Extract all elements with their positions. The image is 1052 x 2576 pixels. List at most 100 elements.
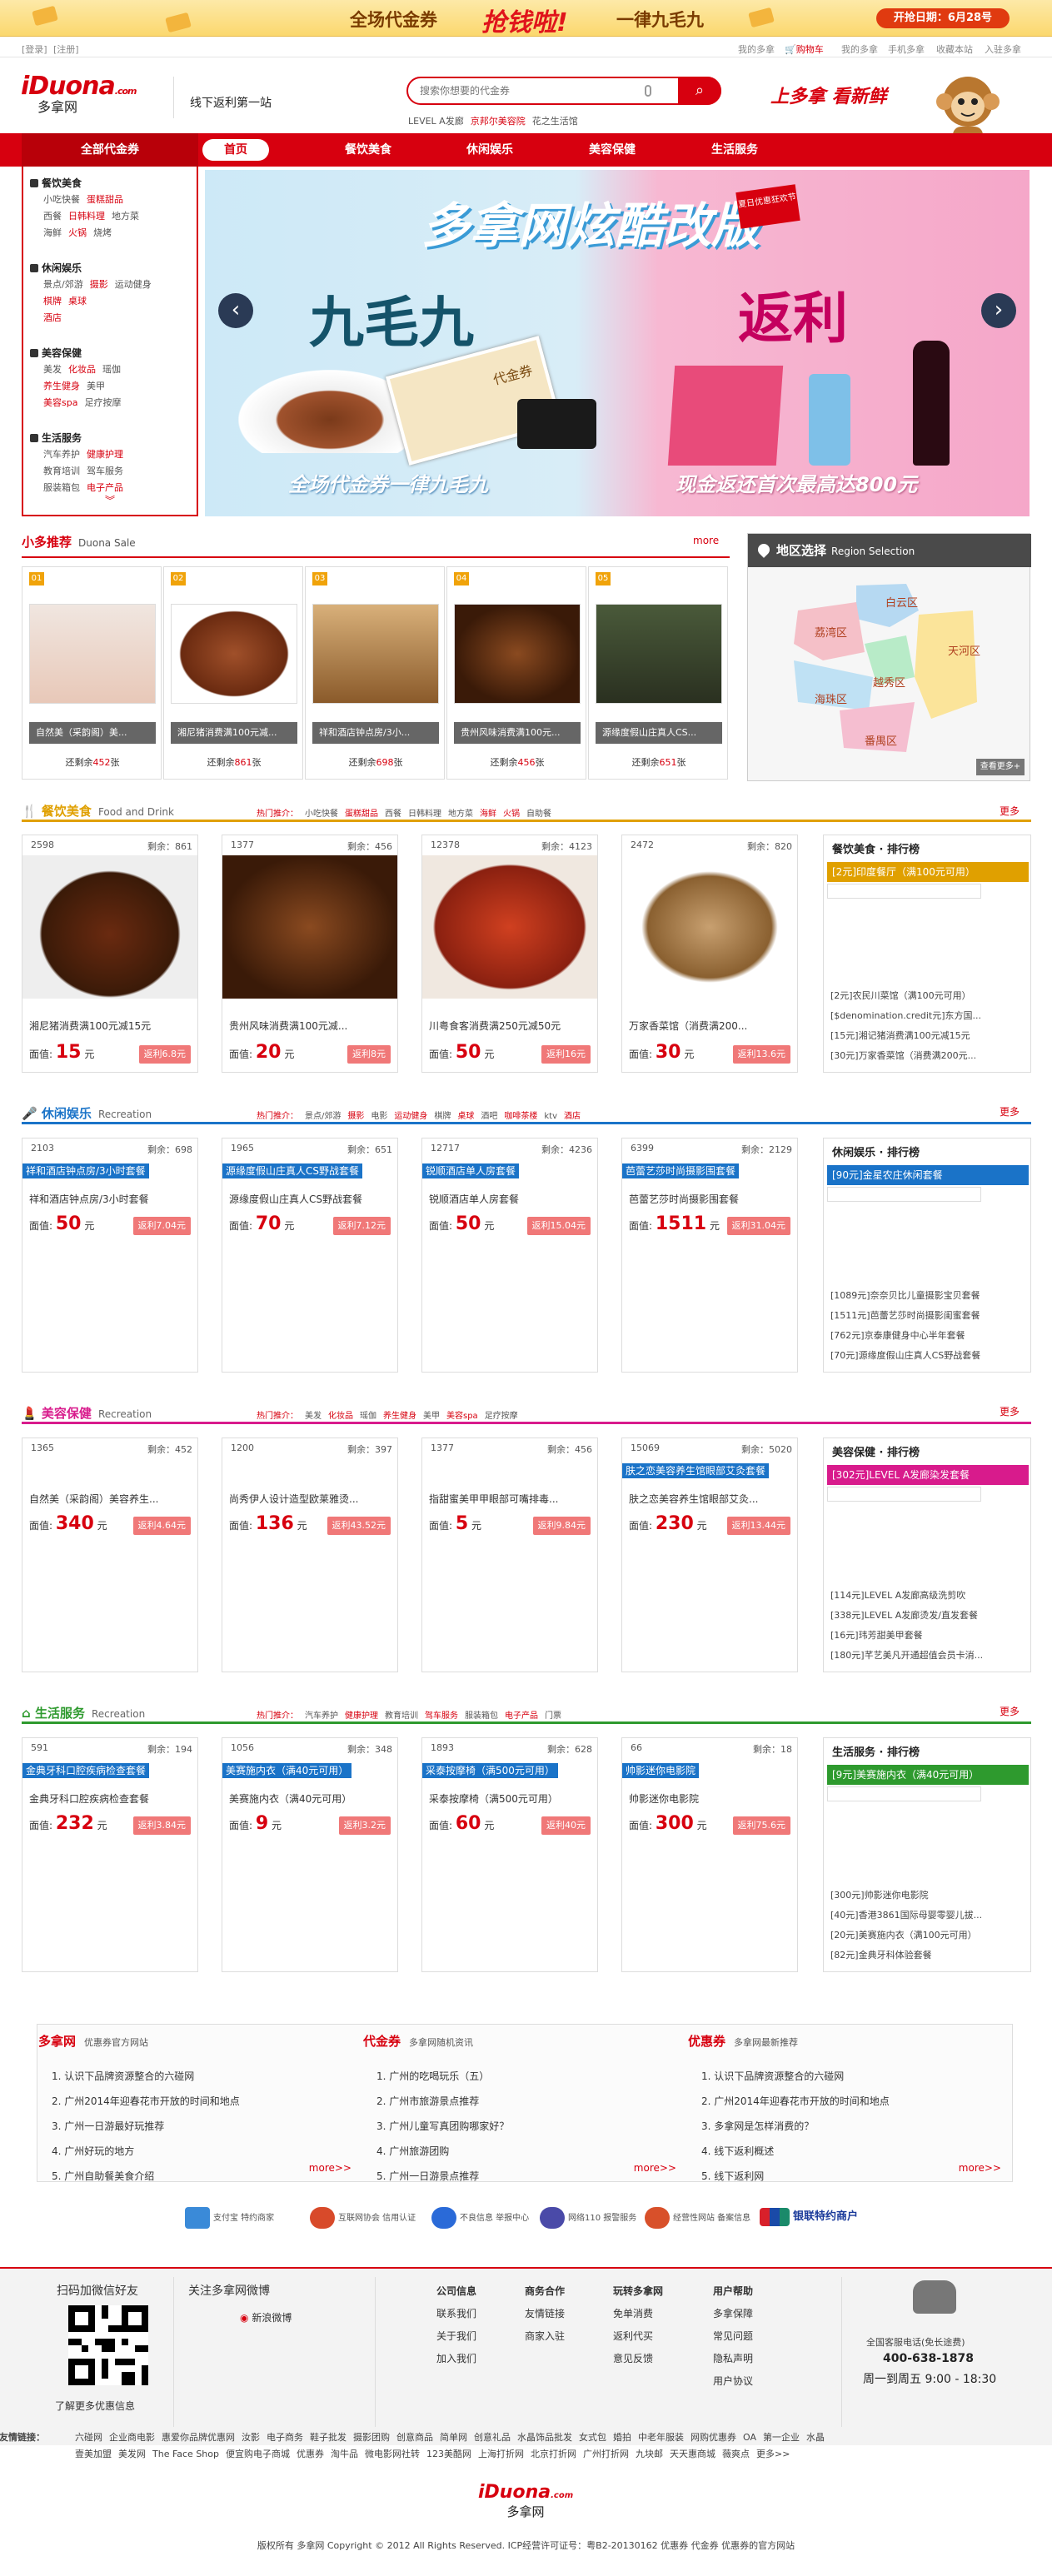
like-count[interactable]: 1377 bbox=[431, 1442, 454, 1453]
info-link[interactable]: 5. 线下返利网 bbox=[701, 2169, 764, 2183]
trust-badge[interactable]: 支付宝 特约商家 bbox=[185, 2207, 274, 2229]
search-input[interactable] bbox=[420, 83, 628, 98]
info-link[interactable]: 3. 广州儿童写真团购哪家好？ bbox=[376, 2119, 509, 2133]
product-card[interactable]: 1893 剩余：628 采泰按摩椅（满500元可用） 采泰按摩椅（满500元可用） 面值… bbox=[421, 1737, 598, 1972]
ranking-item[interactable]: [40元]香港3861国际母婴零婴儿拔... bbox=[830, 1908, 1027, 1921]
info-link[interactable]: 1. 广州的吃喝玩乐（五） bbox=[376, 2069, 489, 2083]
ranking-first[interactable]: [2元]印度餐厅（满100元可用） bbox=[827, 862, 1029, 882]
qr-code-icon[interactable] bbox=[68, 2305, 148, 2385]
search-button[interactable]: ⌕ bbox=[678, 77, 721, 105]
product-card[interactable]: 15069 剩余：5020 肤之恋美容养生馆眼部艾灸套餐 肤之恋美容养生馆眼部艾灸..… bbox=[621, 1437, 798, 1672]
category-link[interactable]: 日韩料理 bbox=[68, 211, 105, 222]
more-link[interactable]: 更多 bbox=[1000, 1104, 1020, 1119]
more-link[interactable]: 更多 bbox=[1000, 1404, 1020, 1418]
category-link[interactable]: 汽车养护 bbox=[43, 449, 80, 460]
product-card[interactable]: 1365 剩余：452 自然美（采韵阁）美容养生... 面值: 340 元 返利4.64… bbox=[22, 1437, 198, 1672]
ranking-item[interactable]: [1089元]奈奈贝比儿童摄影宝贝套餐 bbox=[830, 1288, 1027, 1302]
product-card[interactable]: 1200 剩余：397 尚秀伊人设计造型欧莱雅烫... 面值: 136 元 返利43.5… bbox=[222, 1437, 398, 1672]
category-link[interactable]: 景点/郊游 bbox=[43, 279, 83, 290]
like-count[interactable]: 15069 bbox=[631, 1442, 660, 1453]
view-more-button[interactable]: 查看更多+ bbox=[976, 759, 1025, 775]
category-link[interactable]: 驾车服务 bbox=[87, 466, 123, 476]
category-link[interactable]: 美发 bbox=[43, 364, 62, 375]
banner-next-arrow-icon[interactable]: › bbox=[981, 293, 1016, 328]
hot-word[interactable]: LEVEL A发廊 bbox=[408, 116, 464, 127]
ranking-item[interactable]: [70元]源缘度假山庄真人CS野战套餐 bbox=[830, 1348, 1027, 1362]
my-account-link-2[interactable]: 我的多拿 bbox=[841, 42, 878, 56]
category-link[interactable]: 海鲜 bbox=[43, 227, 62, 238]
nav-item-life[interactable]: 生活服务 bbox=[701, 139, 768, 161]
product-card[interactable]: 2472 剩余：820 万家香菜馆（消费满200... 面值: 30 元 返利13.6元 bbox=[621, 835, 798, 1073]
info-link[interactable]: 5. 广州自助餐美食介绍 bbox=[52, 2169, 154, 2183]
product-card[interactable]: 1056 剩余：348 美赛施内衣（满40元可用） 美赛施内衣（满40元可用） 面值: … bbox=[222, 1737, 398, 1972]
district-label[interactable]: 海珠区 bbox=[815, 690, 847, 706]
more-link[interactable]: 更多 bbox=[1000, 1704, 1020, 1718]
product-card[interactable]: 12378 剩余：4123 川粤食客消费满250元减50元 面值: 50 元 返利16元 bbox=[421, 835, 598, 1073]
hot-word[interactable]: 京邦尔美容院 bbox=[471, 116, 526, 127]
xiaoduo-card[interactable]: 05 源缘度假山庄真人CS... 还剩余651张 bbox=[588, 566, 728, 780]
top-promo-banner[interactable]: 全场代金券 抢钱啦! 一律九毛九 开抢日期：6月28号 bbox=[0, 0, 1052, 37]
trust-badge[interactable]: 银联特约商户 bbox=[760, 2207, 858, 2226]
nav-item-beauty[interactable]: 美容保健 bbox=[579, 139, 646, 161]
ranking-item[interactable]: [1511元]芭蕾艺莎时尚摄影闺蜜套餐 bbox=[830, 1308, 1027, 1322]
category-link[interactable]: 美甲 bbox=[87, 381, 105, 391]
trust-badge[interactable]: 互联网协会 信用认证 bbox=[310, 2207, 416, 2229]
info-link[interactable]: 4. 线下返利概述 bbox=[701, 2144, 774, 2158]
ranking-item[interactable]: [30元]万家香菜馆（消费满200元... bbox=[830, 1049, 1027, 1062]
district-label[interactable]: 荔湾区 bbox=[815, 624, 847, 640]
district-label[interactable]: 天河区 bbox=[948, 642, 980, 658]
ranking-item[interactable]: [20元]美赛施内衣（满100元可用） bbox=[830, 1928, 1027, 1941]
like-count[interactable]: 1377 bbox=[231, 840, 254, 850]
category-link[interactable]: 烧烤 bbox=[93, 227, 112, 238]
info-link[interactable]: 4. 广州好玩的地方 bbox=[52, 2144, 134, 2158]
product-card[interactable]: 1965 剩余：651 源缘度假山庄真人CS野战套餐 源缘度假山庄真人CS野战套餐 面值… bbox=[222, 1138, 398, 1373]
ranking-first[interactable]: [302元]LEVEL A发廊染发套餐 bbox=[827, 1465, 1029, 1485]
category-title[interactable]: 休闲娱乐 bbox=[30, 260, 188, 277]
like-count[interactable]: 591 bbox=[31, 1742, 48, 1753]
trust-badge[interactable]: 网络110 报警服务 bbox=[540, 2207, 636, 2229]
weibo-link[interactable]: ◉ 新浪微博 bbox=[240, 2310, 292, 2324]
category-title[interactable]: 生活服务 bbox=[30, 430, 188, 446]
nav-item-home[interactable]: 首页 bbox=[202, 139, 269, 161]
info-link[interactable]: 3. 多拿网是怎样消费的？ bbox=[701, 2119, 814, 2133]
category-link[interactable]: 西餐 bbox=[43, 211, 62, 222]
mobile-link[interactable]: 手机多拿 bbox=[888, 42, 925, 56]
xiaoduo-card[interactable]: 02 湘尼猪消费满100元减... 还剩余861张 bbox=[163, 566, 303, 780]
ranking-first[interactable]: [9元]美赛施内衣（满40元可用） bbox=[827, 1765, 1029, 1785]
category-link[interactable]: 教育培训 bbox=[43, 466, 80, 476]
info-link[interactable]: 3. 广州一日游最好玩推荐 bbox=[52, 2119, 164, 2133]
like-count[interactable]: 2598 bbox=[31, 840, 54, 850]
category-link[interactable]: 酒店 bbox=[43, 312, 62, 323]
category-link[interactable]: 地方菜 bbox=[112, 211, 139, 222]
district-label[interactable]: 番禺区 bbox=[865, 732, 897, 748]
ranking-item[interactable]: [$denomination.credit元]东方国... bbox=[830, 1009, 1027, 1022]
hot-word[interactable]: 花之生活馆 bbox=[532, 116, 578, 127]
more-link[interactable]: more>> bbox=[959, 2162, 1001, 2174]
category-link[interactable]: 养生健身 bbox=[43, 381, 80, 391]
ranking-item[interactable]: [114元]LEVEL A发廊高级洗剪吹 bbox=[830, 1588, 1027, 1602]
ranking-item[interactable]: [16元]玮芳甜美甲套餐 bbox=[830, 1628, 1027, 1642]
settle-link[interactable]: 入驻多拿 bbox=[985, 42, 1021, 56]
chevron-down-icon[interactable]: ︾ bbox=[105, 493, 115, 507]
category-link[interactable]: 小吃快餐 bbox=[43, 194, 80, 205]
ranking-item[interactable]: [762元]京泰康健身中心半年套餐 bbox=[830, 1328, 1027, 1342]
xiaoduo-more-link[interactable]: more bbox=[693, 535, 719, 546]
product-card[interactable]: 1377 剩余：456 贵州风味消费满100元减... 面值: 20 元 返利8元 bbox=[222, 835, 398, 1073]
district-label[interactable]: 白云区 bbox=[885, 594, 918, 610]
district-label[interactable]: 越秀区 bbox=[873, 674, 905, 690]
nav-item-food[interactable]: 餐饮美食 bbox=[335, 139, 401, 161]
my-account-link[interactable]: 我的多拿 bbox=[738, 42, 775, 56]
xiaoduo-card[interactable]: 04 贵州风味消费满100元... 还剩余456张 bbox=[446, 566, 586, 780]
product-card[interactable]: 12717 剩余：4236 锐顺酒店单人房套餐 锐顺酒店单人房套餐 面值: 50 元返利… bbox=[421, 1138, 598, 1373]
like-count[interactable]: 2103 bbox=[31, 1143, 54, 1153]
like-count[interactable]: 1365 bbox=[31, 1442, 54, 1453]
category-link[interactable]: 化妆品 bbox=[68, 364, 96, 375]
like-count[interactable]: 12378 bbox=[431, 840, 460, 850]
like-count[interactable]: 6399 bbox=[631, 1143, 654, 1153]
category-link[interactable]: 蛋糕甜品 bbox=[87, 194, 123, 205]
category-link[interactable]: 摄影 bbox=[90, 279, 108, 290]
category-link[interactable]: 火锅 bbox=[68, 227, 87, 238]
favorite-link[interactable]: 收藏本站 bbox=[936, 42, 973, 56]
ranking-item[interactable]: [338元]LEVEL A发廊烫发/直发套餐 bbox=[830, 1608, 1027, 1622]
footer-logo[interactable]: iDuona.com 多拿网 bbox=[478, 2482, 573, 2520]
